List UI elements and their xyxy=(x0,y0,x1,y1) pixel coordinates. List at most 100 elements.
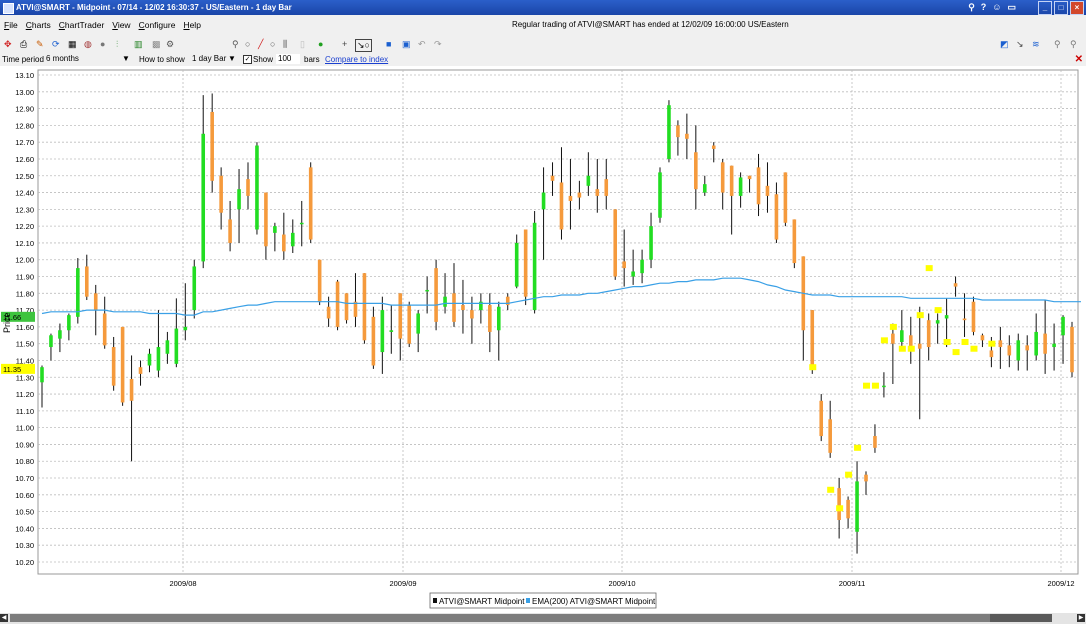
settings-icon[interactable]: ■ xyxy=(386,39,391,50)
trend-icon[interactable]: ↘○ xyxy=(355,39,372,52)
scroll-thumb[interactable] xyxy=(990,614,1052,622)
time-scrollbar[interactable]: ◀ ▶ xyxy=(0,613,1086,624)
undo-icon[interactable]: ↶ xyxy=(418,39,426,50)
help-icon[interactable]: ? xyxy=(981,0,987,15)
plus-icon[interactable]: + xyxy=(342,39,347,50)
menu-configure[interactable]: Configure xyxy=(139,20,176,30)
legend-swatch xyxy=(526,598,530,603)
fib-icon[interactable]: ≋ xyxy=(1032,39,1040,50)
ohlc-bar xyxy=(514,242,519,287)
time-period-select[interactable]: 6 months ▼ xyxy=(46,54,130,64)
ohlc-bar xyxy=(434,268,438,322)
ohlc-bar xyxy=(237,189,241,210)
circle2-icon[interactable]: ○ xyxy=(270,39,275,50)
line-icon[interactable]: ╱ xyxy=(258,39,263,50)
zoom-out-icon[interactable]: ⚲ xyxy=(1070,39,1077,50)
print-icon[interactable]: ⎙ xyxy=(20,39,27,50)
ohlc-bar xyxy=(389,330,394,332)
ohlc-bar xyxy=(595,189,600,196)
ohlc-bar xyxy=(989,350,994,358)
x-tick-label: 2009/11 xyxy=(839,579,866,588)
scroll-right-icon[interactable]: ▶ xyxy=(1077,614,1085,622)
ohlc-bar xyxy=(586,175,591,186)
candles-icon[interactable]: ▥ xyxy=(134,39,143,50)
chevron-down-icon: ▼ xyxy=(228,54,236,63)
minimize-icon[interactable]: _ xyxy=(1038,1,1052,15)
pin-icon[interactable]: ⚲ xyxy=(968,0,975,15)
maximize-icon[interactable]: □ xyxy=(1054,1,1068,15)
menu-file[interactable]: File xyxy=(4,20,18,30)
scroll-left-icon[interactable]: ◀ xyxy=(0,614,8,622)
draw-icon[interactable]: ↘ xyxy=(1016,39,1024,50)
ohlc-bar xyxy=(344,293,349,321)
y-tick-label: 11.00 xyxy=(16,424,34,433)
menu-view[interactable]: View xyxy=(112,20,130,30)
ohlc-bar xyxy=(631,271,635,277)
how-to-show-select[interactable]: 1 day Bar ▼ xyxy=(192,54,236,64)
chart-legend: ATVI@SMART Midpoint EMA(200) ATVI@SMART M… xyxy=(429,592,657,609)
zoom-icon[interactable]: ⚲ xyxy=(232,39,239,50)
menu-charts[interactable]: Charts xyxy=(26,20,51,30)
ohlc-bar xyxy=(317,259,322,302)
grid-icon[interactable]: ▦ xyxy=(68,39,77,50)
pencil-icon[interactable]: ✎ xyxy=(36,39,44,50)
close-icon[interactable]: × xyxy=(1070,1,1084,15)
redo-icon[interactable]: ↷ xyxy=(434,39,442,50)
close-panel-icon[interactable]: ✕ xyxy=(1075,53,1083,66)
trade-marker xyxy=(925,265,933,272)
refresh-icon[interactable]: ⟳ xyxy=(52,39,60,50)
ohlc-bar xyxy=(488,305,492,332)
ohlc-bar xyxy=(371,316,376,366)
menu-help[interactable]: Help xyxy=(183,20,200,30)
legend-item: ATVI@SMART Midpoint xyxy=(439,597,525,606)
how-to-show-label: How to show xyxy=(139,55,185,64)
go-icon[interactable]: ● xyxy=(318,39,323,50)
menu-charttrader[interactable]: ChartTrader xyxy=(59,20,105,30)
y-tick-label: 13.10 xyxy=(15,71,34,80)
crosshair-icon[interactable]: ✥ xyxy=(4,39,12,50)
histogram-icon[interactable]: ⫼ xyxy=(283,39,287,50)
ohlc-bar xyxy=(729,165,734,196)
y-tick-label: 10.80 xyxy=(15,457,34,466)
x-tick-label: 2009/09 xyxy=(389,579,416,588)
y-tick-label: 11.50 xyxy=(16,340,34,349)
parameter-row: Time period 6 months ▼ How to show 1 day … xyxy=(0,53,1086,66)
window-titlebar: ATVI@SMART - Midpoint - 07/14 - 12/02 16… xyxy=(0,0,1086,15)
chart-icon[interactable]: ▩ xyxy=(152,39,161,50)
compare-to-index-link[interactable]: Compare to index xyxy=(325,53,388,66)
y-tick-label: 10.60 xyxy=(15,491,34,500)
ohlc-bar xyxy=(747,175,752,180)
price-chart[interactable]: 13.10 13.00 12.90 12.80 12.70 12.60 12.50 12.40… xyxy=(0,66,1086,613)
y-tick-label: 10.90 xyxy=(15,440,34,449)
color-icon[interactable]: ▣ xyxy=(402,39,411,50)
show-label: Show xyxy=(253,55,274,64)
trade-marker xyxy=(970,345,978,352)
ohlc-bar xyxy=(398,293,403,339)
users-icon[interactable]: ☺ xyxy=(992,0,1001,15)
ohlc-bar xyxy=(425,289,429,292)
zoom-in-icon[interactable]: ⚲ xyxy=(1054,39,1061,50)
ohlc-bar xyxy=(720,162,725,193)
trade-marker xyxy=(934,307,942,314)
window-title: ATVI@SMART - Midpoint - 07/14 - 12/02 16… xyxy=(16,3,292,12)
ohlc-bar xyxy=(702,184,707,193)
ohlc-bar xyxy=(837,488,841,521)
show-checkbox[interactable]: ✓ xyxy=(243,55,252,64)
ohlc-bar xyxy=(452,293,456,322)
gear-icon[interactable]: ⚙ xyxy=(166,39,174,50)
y-tick-label: 10.70 xyxy=(15,474,34,483)
legend-item: EMA(200) ATVI@SMART Midpoint xyxy=(532,597,656,606)
bars-icon[interactable]: ⫶ xyxy=(116,39,118,50)
indicator-icon[interactable]: ◩ xyxy=(1000,39,1009,50)
y-tick-label: 11.10 xyxy=(16,407,34,416)
title-icons: ⚲ ? ☺ ▭ xyxy=(968,0,1016,15)
palette-icon[interactable]: ◍ xyxy=(84,39,92,50)
scroll-track[interactable] xyxy=(10,614,990,622)
show-count-input[interactable]: 100 xyxy=(276,54,300,64)
record-icon[interactable]: ● xyxy=(100,39,105,50)
ohlc-bar xyxy=(183,326,188,331)
ohlc-bar xyxy=(67,315,71,331)
circle-icon[interactable]: ○ xyxy=(245,39,250,50)
screen-icon[interactable]: ▭ xyxy=(1007,0,1016,15)
blank-icon[interactable]: ▯ xyxy=(300,39,305,50)
